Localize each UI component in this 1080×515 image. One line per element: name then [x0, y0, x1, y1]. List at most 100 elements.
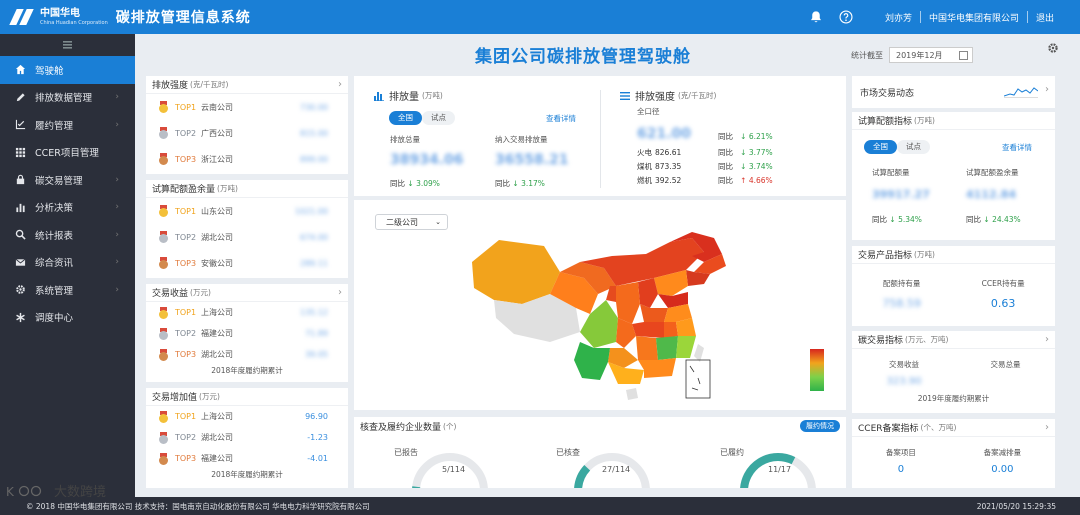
chevron-down-icon: ⌄ [435, 218, 441, 226]
row-value: 826.61 [655, 148, 682, 157]
map-region-shanxi[interactable] [638, 278, 658, 308]
chevron-right-icon: › [115, 257, 119, 268]
tab-nationwide[interactable]: 全国 [864, 140, 897, 154]
sidebar-item-carbon-trade[interactable]: 碳交易管理 › [0, 166, 135, 194]
section-title: 排放量 [389, 92, 419, 103]
map-region-yunnan[interactable] [574, 342, 610, 380]
logout-link[interactable]: 退出 [1036, 11, 1054, 24]
card-title: 碳交易指标 [858, 336, 904, 346]
sidebar-item-ccer[interactable]: CCER项目管理 [0, 139, 135, 167]
map-region-fujian[interactable] [676, 336, 696, 358]
chevron-right-icon[interactable]: › [1045, 334, 1049, 345]
row-value: 392.52 [655, 176, 682, 185]
system-title: 碳排放管理信息系统 [115, 10, 251, 26]
arrow-down-icon: ↓ [889, 215, 896, 224]
card-title: 交易产品指标 [858, 251, 913, 261]
company-name: 湖北公司 [201, 232, 233, 242]
rank-row: TOP2 广西公司 815.00 [146, 120, 348, 146]
org-name-link[interactable]: 中国华电集团有限公司 [929, 11, 1019, 24]
progress-gauges [412, 453, 816, 488]
card-title: 试算配额指标 [858, 117, 913, 127]
view-details-link[interactable]: 查看详情 [1002, 142, 1032, 153]
metric-row: 配额持有量 758.59 CCER持有量 0.63 [852, 278, 1055, 310]
rank-row: TOP2 湖北公司 -1.23 [146, 427, 348, 448]
map-region-xinjiang[interactable] [472, 240, 560, 304]
trial-quota-value: 39917.27 [872, 188, 930, 201]
rank-label: TOP3 [175, 154, 197, 164]
map-region-anhui[interactable] [664, 322, 678, 338]
yoy-value: 24.43% [992, 215, 1021, 224]
yoy-label: 同比 [718, 148, 733, 157]
svg-text:K: K [6, 485, 15, 498]
date-picker[interactable]: 2019年12月 [889, 47, 973, 63]
map-region-guangdong[interactable] [638, 358, 676, 378]
rank-value: -4.01 [307, 454, 328, 463]
map-region-henan[interactable] [640, 304, 668, 322]
period-note: 2019年度履约期累计 [917, 394, 990, 403]
bar-chart-icon [14, 201, 26, 213]
chevron-right-icon[interactable]: › [1045, 422, 1049, 433]
intensity-row: 火电 826.61 同比 ↓ 3.77% [637, 146, 773, 160]
yoy-value: 5.34% [898, 215, 922, 224]
company-level-select[interactable]: 二级公司 ⌄ [375, 214, 448, 230]
metric-label: CCER持有量 [981, 279, 1025, 288]
sidebar-item-news[interactable]: 综合资讯 › [0, 249, 135, 277]
map-region-hainan[interactable] [626, 388, 638, 400]
yoy-label: 同比 [390, 179, 405, 188]
metric-value: 0.00 [991, 464, 1014, 475]
map-region-chongqing[interactable] [616, 318, 636, 348]
sidebar-collapse-icon[interactable] [0, 34, 135, 56]
view-details-link[interactable]: 查看详情 [546, 113, 576, 124]
tab-pilot[interactable]: 试点 [897, 140, 930, 154]
rank-row: TOP3 浙江公司 899.00 [146, 146, 348, 172]
period-note: 2018年度履约期累计 [211, 366, 283, 375]
row-value: 873.35 [655, 162, 682, 171]
map-region-hunan[interactable] [636, 336, 658, 360]
intensity-row: 燃机 392.52 同比 ↑ 4.66% [637, 174, 773, 188]
map-region-jiangxi[interactable] [656, 336, 678, 360]
bell-icon[interactable] [805, 6, 827, 28]
included-emission-value: 36558.21 [495, 152, 569, 168]
sidebar-item-reports[interactable]: 统计报表 › [0, 221, 135, 249]
rank-label: TOP1 [175, 412, 197, 421]
sidebar-item-cockpit[interactable]: 驾驶舱 [0, 56, 135, 84]
intensity-row: 煤机 873.35 同比 ↓ 3.74% [637, 160, 773, 174]
silver-medal-icon [158, 127, 169, 139]
yoy-value: 6.21% [748, 132, 773, 141]
footer-copyright: © 2018 中国华电集团有限公司 技术支持：国电南京自动化股份有限公司 华电电… [26, 501, 370, 511]
sidebar-item-analysis[interactable]: 分析决策 › [0, 194, 135, 222]
sidebar-item-emission-data[interactable]: 排放数据管理 › [0, 84, 135, 112]
chevron-right-icon[interactable]: › [338, 287, 342, 298]
china-province-map[interactable] [354, 232, 846, 410]
map-region-hubei[interactable] [632, 322, 664, 338]
rank-row: TOP2 湖北公司 674.00 [146, 224, 348, 250]
map-region-shaanxi[interactable] [616, 282, 640, 324]
help-icon[interactable] [835, 6, 857, 28]
settings-gear-icon[interactable] [1047, 42, 1059, 54]
sidebar-item-dispatch[interactable]: 调度中心 [0, 304, 135, 332]
rank-row: TOP1 山东公司 1021.00 [146, 198, 348, 224]
stat-date: 统计截至 2019年12月 [851, 47, 973, 63]
tab-pilot[interactable]: 试点 [422, 111, 455, 125]
company-name: 福建公司 [201, 329, 233, 338]
map-region-taiwan[interactable] [694, 344, 704, 362]
arrow-down-icon: ↓ [407, 179, 414, 188]
rank-label: TOP1 [175, 206, 197, 216]
chevron-right-icon[interactable]: › [338, 79, 342, 90]
select-value: 二级公司 [386, 217, 418, 227]
bronze-medal-icon [158, 348, 169, 361]
sidebar-item-system[interactable]: 系统管理 › [0, 276, 135, 304]
sidebar-item-compliance[interactable]: 履约管理 › [0, 111, 135, 139]
card-unit: (万元) [190, 288, 211, 297]
gauge-value: 5/114 [442, 465, 466, 474]
card-emission-intensity-rank: 排放强度 (克/千瓦时) › TOP1 云南公司 730.00 TOP2 广西公司 815.… [146, 76, 348, 174]
gear-icon [14, 284, 26, 296]
card-title: 试算配额盈余量 [152, 185, 216, 195]
tab-nationwide[interactable]: 全国 [389, 111, 422, 125]
card-market-dynamics[interactable]: 市场交易动态 › [852, 76, 1055, 108]
user-name-link[interactable]: 刘亦芳 [885, 11, 912, 24]
gauge-value: 27/114 [602, 465, 631, 474]
card-trade-product: 交易产品指标 (万吨) 配额持有量 758.59 CCER持有量 0.63 [852, 246, 1055, 326]
sidebar: 驾驶舱 排放数据管理 › 履约管理 › CCER项目管理 碳交易管理 › 分析决… [0, 34, 135, 497]
rank-label: TOP3 [175, 258, 197, 268]
